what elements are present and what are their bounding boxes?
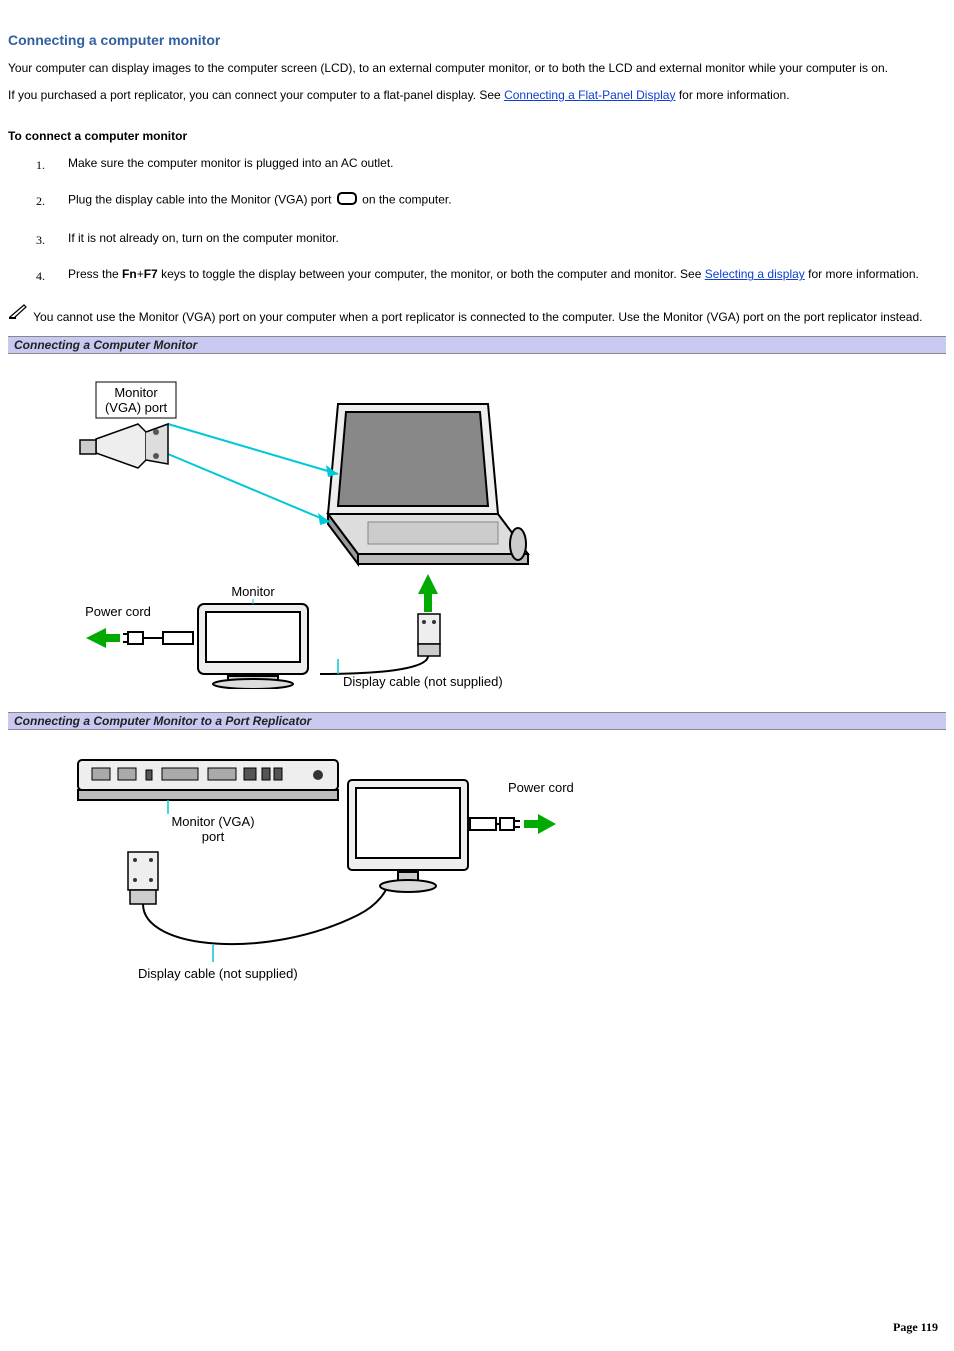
steps-list: 1. Make sure the computer monitor is plu… [8,154,946,283]
vga-port-icon [337,190,357,211]
step-text: If it is not already on, turn on the com… [68,231,339,245]
text: for more information. [675,88,789,102]
step-number: 1. [36,156,45,174]
step-text: on the computer. [362,193,451,207]
selecting-display-link[interactable]: Selecting a display [705,267,805,281]
label-vga-line2: port [202,829,225,844]
label-vga-line1: Monitor (VGA) [171,814,254,829]
step-4: 4. Press the Fn+F7 keys to toggle the di… [48,265,946,283]
step-number: 2. [36,192,45,210]
page-number: Page 119 [893,1320,938,1335]
label-vga-line2: (VGA) port [105,400,168,415]
step-1: 1. Make sure the computer monitor is plu… [48,154,946,172]
page-title: Connecting a computer monitor [8,32,946,48]
text: If you purchased a port replicator, you … [8,88,504,102]
step-text: Press the [68,267,122,281]
step-text: keys to toggle the display between your … [158,267,705,281]
step-text: Plug the display cable into the Monitor … [68,193,335,207]
label-display-cable: Display cable (not supplied) [343,674,503,689]
step-text: for more information. [805,267,919,281]
note-paragraph: You cannot use the Monitor (VGA) port on… [8,303,946,326]
key-f7: F7 [144,267,158,281]
figure-2-diagram: Monitor (VGA) port Power cord [8,730,946,1027]
intro-paragraph-1: Your computer can display images to the … [8,60,946,77]
label-monitor: Monitor [231,584,275,599]
label-vga-line1: Monitor [114,385,158,400]
plus: + [137,267,144,281]
figure-2-caption: Connecting a Computer Monitor to a Port … [8,712,946,730]
figure-1-caption: Connecting a Computer Monitor [8,336,946,354]
flat-panel-link[interactable]: Connecting a Flat-Panel Display [504,88,675,102]
label-power: Power cord [508,780,574,795]
step-text: Make sure the computer monitor is plugge… [68,156,394,170]
procedure-heading: To connect a computer monitor [8,128,946,145]
step-number: 3. [36,231,45,249]
intro-paragraph-2: If you purchased a port replicator, you … [8,87,946,104]
figure-1-diagram: Monitor (VGA) port [8,354,946,706]
key-fn: Fn [122,267,137,281]
note-pencil-icon [8,303,28,324]
note-text: You cannot use the Monitor (VGA) port on… [33,310,922,324]
label-power: Power cord [85,604,151,619]
label-display-cable: Display cable (not supplied) [138,966,298,981]
step-2: 2. Plug the display cable into the Monit… [48,190,946,211]
step-3: 3. If it is not already on, turn on the … [48,229,946,247]
step-number: 4. [36,267,45,285]
